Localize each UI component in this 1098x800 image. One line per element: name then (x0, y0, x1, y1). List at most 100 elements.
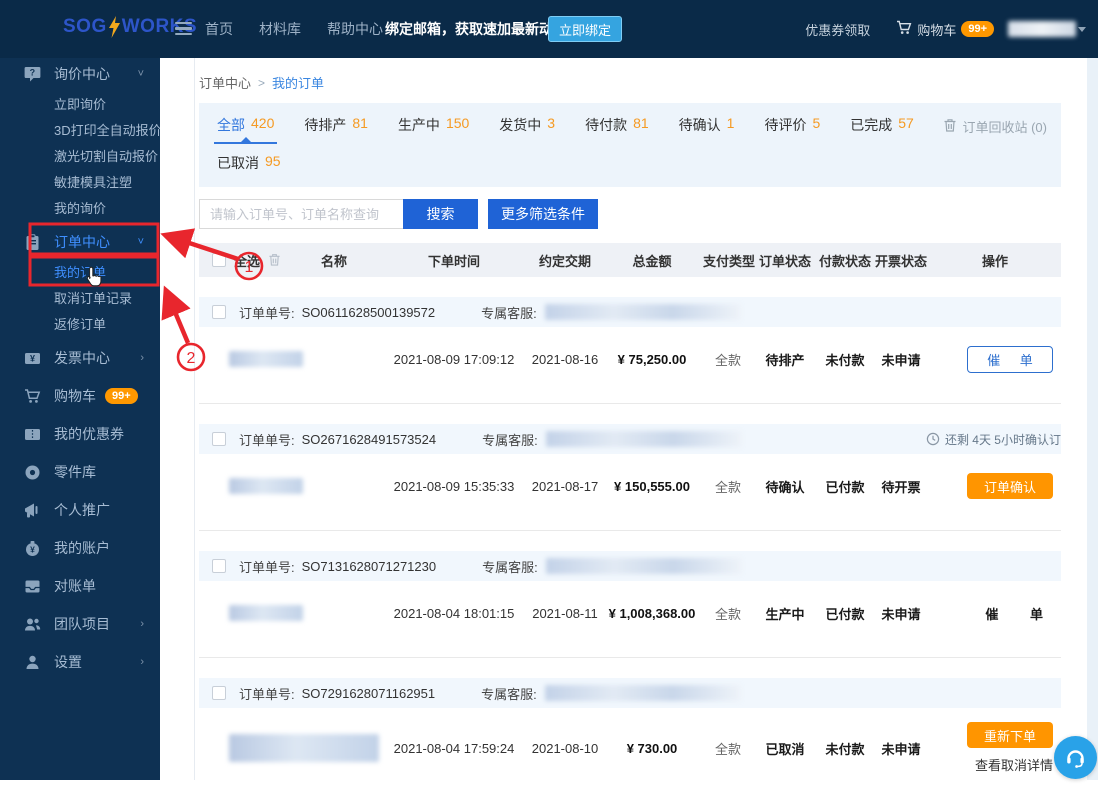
sidebar-item-inquire-now[interactable]: 立即询价 (0, 90, 160, 116)
order-checkbox[interactable] (212, 559, 226, 573)
sidebar-item-my-account[interactable]: ¥ 我的账户 (0, 532, 160, 564)
inquiry-submenu: 立即询价 3D打印全自动报价 激光切割自动报价 敏捷模具注塑 我的询价 (0, 90, 160, 220)
megaphone-icon (24, 502, 41, 519)
tab-pending-scheduling[interactable]: 待排产81 (304, 115, 368, 144)
content-panel: 订单中心 > 我的订单 全部420 待排产81 生产中150 发货中3 待付款8… (194, 58, 1060, 780)
search-button[interactable]: 搜索 (403, 199, 478, 229)
lightning-bolt-icon (108, 16, 121, 38)
order-submenu: 我的订单 取消订单记录 返修订单 (0, 258, 160, 336)
breadcrumb-separator: > (258, 76, 265, 90)
urge-order-button[interactable]: 催 单 (967, 346, 1053, 373)
user-menu[interactable] (1008, 21, 1086, 37)
team-people-icon (24, 616, 41, 633)
sidebar-label: 对账单 (54, 576, 96, 596)
order-search-input[interactable] (199, 199, 403, 229)
bind-now-button[interactable]: 立即绑定 (548, 16, 622, 42)
view-cancel-details-link[interactable]: 查看取消详情 (975, 755, 1053, 774)
sidebar-item-cart[interactable]: 购物车 99+ (0, 380, 160, 412)
order-group: 订单单号: SO7131628071271230 专属客服: 2021-08-0… (199, 551, 1061, 658)
sidebar-item-team-projects[interactable]: 团队项目 › (0, 608, 160, 640)
tab-all[interactable]: 全部420 (217, 115, 274, 144)
order-name-blur (229, 351, 303, 367)
sidebar-item-cancelled-order-records[interactable]: 取消订单记录 (0, 284, 160, 310)
sidebar-item-agile-mold[interactable]: 敏捷模具注塑 (0, 168, 160, 194)
nav-help-center[interactable]: 帮助中心 (327, 19, 383, 39)
order-checkbox[interactable] (212, 432, 226, 446)
order-group: 订单单号: SO2671628491573524 专属客服: 还剩 4天 5小时… (199, 424, 1061, 531)
coupon-icon (24, 426, 41, 443)
sidebar-item-laser-cut-quote[interactable]: 激光切割自动报价 (0, 142, 160, 168)
tab-pending-review[interactable]: 待评价5 (764, 115, 820, 144)
sidebar-item-personal-promotion[interactable]: 个人推广 (0, 494, 160, 526)
svg-text:¥: ¥ (30, 544, 35, 554)
customer-service-chat-button[interactable] (1054, 736, 1097, 779)
tab-in-production[interactable]: 生产中150 (398, 115, 469, 144)
order-checkbox[interactable] (212, 305, 226, 319)
sidebar-item-3d-print-quote[interactable]: 3D打印全自动报价 (0, 116, 160, 142)
sidebar-item-settings[interactable]: 设置 › (0, 646, 160, 678)
order-no-label: 订单单号: (239, 303, 295, 322)
sidebar-label: 零件库 (54, 462, 96, 482)
customer-service-blur (545, 304, 741, 320)
col-invoice-status: 开票状态 (873, 251, 929, 270)
sidebar-label: 设置 (54, 652, 82, 672)
sidebar-item-repair-orders[interactable]: 返修订单 (0, 310, 160, 336)
order-status: 待排产 (753, 350, 817, 369)
tab-pending-confirmation[interactable]: 待确认1 (679, 115, 735, 144)
coupon-claim-link[interactable]: 优惠券领取 (805, 20, 870, 39)
select-all-checkbox[interactable] (212, 253, 226, 267)
coin-icon: ¥ (24, 540, 41, 557)
sidebar-item-inquiry-center[interactable]: ? 询价中心 ˅ (0, 58, 160, 90)
chevron-down-icon: ˅ (138, 68, 144, 80)
tab-cancelled[interactable]: 已取消95 (217, 153, 281, 173)
due-date: 2021-08-11 (529, 606, 601, 621)
tab-pending-payment[interactable]: 待付款81 (585, 115, 649, 144)
sidebar-item-my-coupons[interactable]: 我的优惠券 (0, 418, 160, 450)
trash-icon[interactable] (268, 253, 281, 267)
more-filters-button[interactable]: 更多筛选条件 (488, 199, 598, 229)
sidebar-item-my-inquiries[interactable]: 我的询价 (0, 194, 160, 220)
tab-completed[interactable]: 已完成57 (850, 115, 914, 144)
sidebar-item-invoice-center[interactable]: ¥ 发票中心 › (0, 342, 160, 374)
order-row: 2021-08-09 15:35:33 2021-08-17 ¥ 150,555… (199, 454, 1061, 518)
clipboard-icon (24, 234, 41, 251)
breadcrumb-my-orders[interactable]: 我的订单 (272, 73, 324, 92)
customer-service-blur (546, 558, 742, 574)
nav-home[interactable]: 首页 (205, 19, 233, 39)
order-checkbox[interactable] (212, 686, 226, 700)
order-no: SO2671628491573524 (302, 432, 436, 447)
due-date: 2021-08-10 (529, 741, 601, 756)
sidebar-item-order-center[interactable]: 订单中心 ˅ (0, 226, 160, 258)
urge-order-text-button[interactable]: 催 单 (985, 604, 1043, 623)
order-name-blur (229, 734, 379, 762)
sidebar-item-parts-library[interactable]: 零件库 (0, 456, 160, 488)
bind-email-notice: 绑定邮箱，获取速加最新动态 (385, 0, 567, 58)
hamburger-menu-icon[interactable] (175, 22, 192, 35)
order-row: 2021-08-04 17:59:24 2021-08-10 ¥ 730.00 … (199, 708, 1061, 788)
order-recycle-bin[interactable]: 订单回收站 (0) (943, 117, 1047, 136)
order-no: SO0611628500139572 (302, 305, 436, 320)
breadcrumb-order-center[interactable]: 订单中心 (199, 73, 251, 92)
order-no: SO7291628071162951 (302, 686, 436, 701)
topbar-cart[interactable]: 购物车 99+ (896, 20, 994, 39)
sidebar-item-my-orders[interactable]: 我的订单 (0, 258, 160, 284)
due-date: 2021-08-16 (529, 352, 601, 367)
order-time: 2021-08-04 18:01:15 (379, 606, 529, 621)
col-order-time: 下单时间 (379, 251, 529, 270)
logo-text-left: SOG (63, 16, 107, 38)
order-row: 2021-08-04 18:01:15 2021-08-11 ¥ 1,008,3… (199, 581, 1061, 645)
sidebar-item-statement[interactable]: 对账单 (0, 570, 160, 602)
tab-shipping[interactable]: 发货中3 (499, 115, 555, 144)
sidebar-label: 我的账户 (54, 538, 110, 558)
statement-document-icon (24, 578, 41, 595)
sidebar-label: 询价中心 (54, 64, 110, 84)
reorder-button[interactable]: 重新下单 (967, 722, 1053, 748)
nav-materials[interactable]: 材料库 (259, 19, 301, 39)
col-pay-status: 付款状态 (817, 251, 873, 270)
total-amount: ¥ 150,555.00 (601, 479, 703, 494)
confirm-order-button[interactable]: 订单确认 (967, 473, 1053, 499)
headset-icon (1063, 745, 1088, 770)
scrollbar-track[interactable] (1087, 58, 1098, 780)
order-center-page: { "topbar": { "logo_left": "SOG", "logo_… (0, 0, 1098, 780)
pay-type: 全款 (703, 350, 753, 369)
